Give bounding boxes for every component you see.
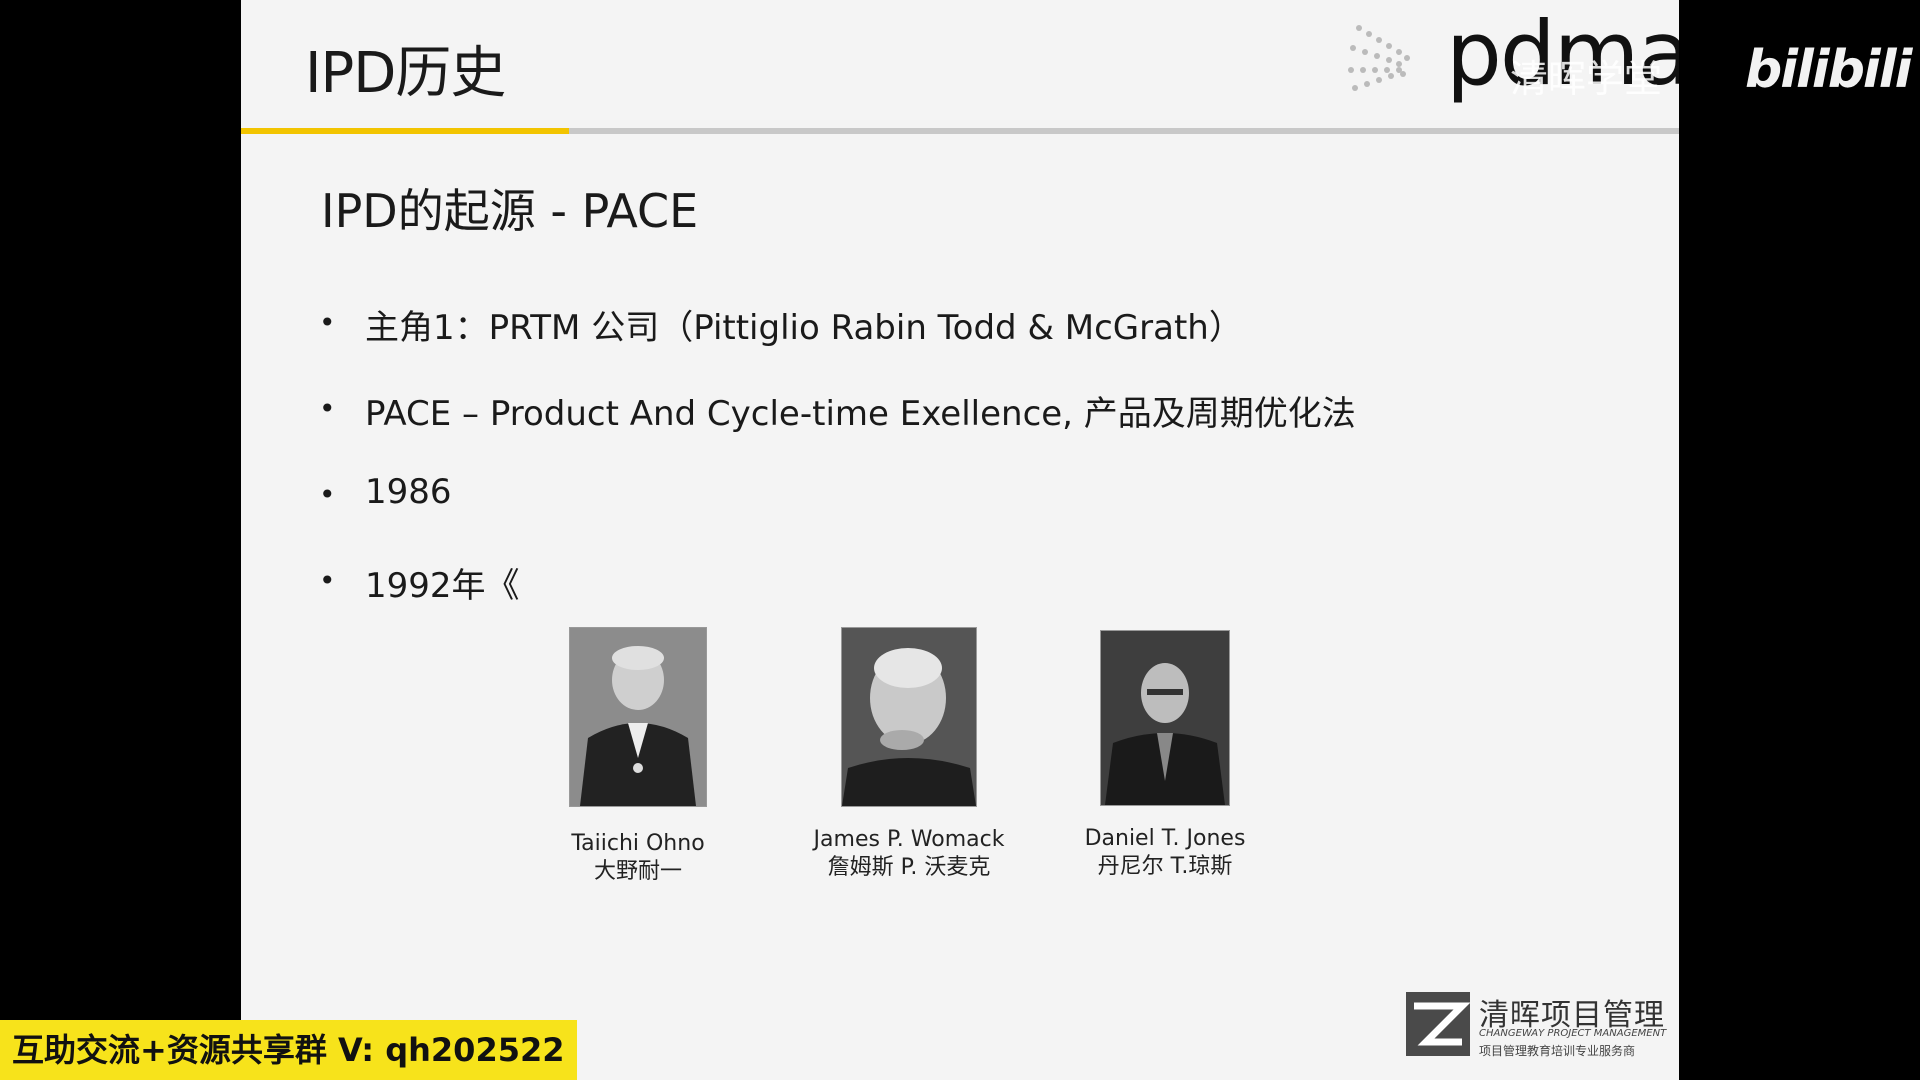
slide-subtitle: IPD的起源 - PACE — [321, 184, 699, 238]
bullet-text: 1986 — [365, 472, 452, 512]
person-name-en: Daniel T. Jones — [1084, 826, 1246, 851]
person-name-cn: 丹尼尔 T.琼斯 — [1097, 854, 1233, 879]
portrait-icon — [569, 627, 707, 807]
promo-banner: 互助交流+资源共享群 V: qh202522 — [0, 1020, 577, 1080]
bullet-text: 1992年《 — [365, 566, 520, 606]
title-divider-accent — [241, 128, 569, 134]
channel-watermark: 清晖学堂 — [1510, 57, 1663, 101]
video-frame: IPD历史 pdma IPD的起源 - PACE • 主角1：PRTM 公司（P… — [0, 0, 1920, 1080]
changeway-logo-icon — [1406, 992, 1470, 1056]
bullet-icon: • — [319, 306, 336, 339]
person-card-jones: Daniel T. Jones 丹尼尔 T.琼斯 — [1025, 630, 1305, 881]
company-tagline: 项目管理教育培训专业服务商 — [1479, 1044, 1636, 1058]
person-name-en: James P. Womack — [813, 827, 1005, 852]
bilibili-logo: bilibili — [1745, 40, 1912, 100]
person-card-womack: James P. Womack 詹姆斯 P. 沃麦克 — [769, 627, 1049, 882]
portrait-icon — [841, 627, 977, 807]
bullet-icon: • — [319, 564, 336, 597]
portrait-icon — [1100, 630, 1230, 806]
slide-title: IPD历史 — [305, 41, 506, 106]
bullet-text: 主角1：PRTM 公司（Pittiglio Rabin Todd & McGra… — [365, 308, 1243, 348]
person-card-ohno: Taiichi Ohno 大野耐一 — [498, 627, 778, 886]
bullet-icon: • — [319, 392, 336, 425]
person-name-cn: 詹姆斯 P. 沃麦克 — [827, 855, 991, 880]
bullet-text: PACE – Product And Cycle-time Exellence,… — [365, 394, 1356, 434]
person-name-cn: 大野耐一 — [593, 859, 682, 884]
presentation-slide: IPD历史 pdma IPD的起源 - PACE • 主角1：PRTM 公司（P… — [241, 0, 1679, 1080]
company-name-en: CHANGEWAY PROJECT MANAGEMENT — [1479, 1028, 1667, 1039]
bullet-icon: • — [319, 478, 336, 511]
person-name-en: Taiichi Ohno — [571, 831, 705, 856]
